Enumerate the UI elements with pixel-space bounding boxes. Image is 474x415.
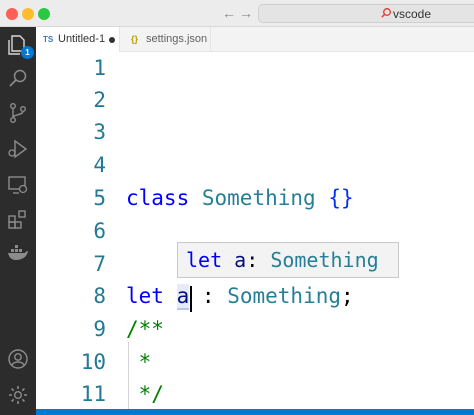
code-line-10: *	[126, 346, 152, 378]
search-icon	[381, 8, 391, 18]
hover-tooltip: let a: Something	[177, 242, 399, 278]
run-debug-icon	[8, 139, 28, 159]
code-line-5: class Something {}	[126, 182, 354, 214]
window-close-button[interactable]	[6, 8, 18, 20]
line-number: 9	[93, 317, 106, 341]
line-number: 2	[93, 88, 106, 112]
explorer-button[interactable]: 1	[6, 33, 34, 59]
code-line-9: /**	[126, 313, 164, 345]
indent-guide	[128, 342, 129, 410]
tab-label: settings.json	[146, 33, 208, 45]
line-number: 8	[93, 284, 106, 308]
remote-explorer-icon	[8, 176, 28, 194]
variable-token: a	[234, 248, 247, 272]
command-center-label: vscode	[393, 7, 432, 21]
comment-token: /**	[126, 317, 164, 341]
tab-untitled-1[interactable]: TS Untitled-1	[36, 27, 120, 52]
keyword-token: class	[126, 186, 190, 210]
class-name-token: Something	[201, 186, 316, 210]
line-number: 11	[80, 382, 106, 406]
search-button[interactable]	[6, 67, 30, 91]
typescript-file-icon: TS	[43, 35, 54, 44]
variable-token[interactable]: a	[176, 284, 190, 310]
manage-button[interactable]	[6, 383, 30, 407]
line-number: 3	[93, 120, 106, 144]
back-arrow-icon[interactable]: ←	[222, 5, 236, 21]
search-icon	[9, 69, 27, 87]
docker-icon	[8, 245, 28, 260]
activity-bar: 1	[0, 27, 36, 415]
semicolon-token: ;	[341, 284, 354, 308]
keyword-token: let	[186, 248, 223, 272]
keyword-token: let	[126, 284, 164, 308]
docker-button[interactable]	[6, 241, 30, 265]
code-line-8: let a : Something;	[126, 280, 354, 312]
run-debug-button[interactable]	[6, 137, 30, 161]
line-number: 4	[93, 153, 106, 177]
json-file-icon: {}	[131, 34, 139, 44]
tab-settings-json[interactable]: {} settings.json	[121, 27, 211, 52]
explorer-badge: 1	[21, 46, 34, 59]
source-control-button[interactable]	[6, 101, 30, 125]
window-minimize-button[interactable]	[22, 8, 34, 20]
code-line-11: */	[126, 378, 164, 410]
status-bar	[36, 409, 474, 415]
editor-tabs: TS Untitled-1 {} settings.json	[36, 27, 474, 52]
window-maximize-button[interactable]	[38, 8, 50, 20]
type-token: Something	[227, 284, 342, 308]
colon-token: :	[246, 248, 259, 272]
accounts-button[interactable]	[6, 347, 30, 371]
extensions-button[interactable]	[6, 207, 30, 231]
comment-token: *	[138, 350, 152, 374]
colon-token: :	[201, 284, 215, 308]
code-editor[interactable]: 1 2 3 4 5 6 7 8 9 10 11 class Something …	[36, 52, 474, 415]
line-number: 6	[93, 219, 106, 243]
line-number: 10	[80, 350, 106, 374]
title-bar: ← → vscode	[0, 0, 474, 27]
source-control-icon	[9, 103, 26, 124]
brace-token: {}	[328, 186, 354, 210]
comment-token: */	[138, 382, 164, 406]
line-number: 5	[93, 186, 106, 210]
forward-arrow-icon[interactable]: →	[239, 5, 253, 21]
settings-gear-icon	[9, 386, 27, 404]
command-center-search[interactable]: vscode	[258, 4, 474, 23]
remote-explorer-button[interactable]	[6, 173, 30, 197]
text-cursor	[190, 286, 192, 312]
accounts-icon	[8, 349, 28, 369]
extensions-icon	[8, 210, 26, 229]
unsaved-dot-icon[interactable]	[109, 37, 115, 43]
type-token: Something	[270, 248, 379, 272]
tab-label: Untitled-1	[58, 33, 106, 45]
line-number: 7	[93, 252, 106, 276]
line-number: 1	[93, 56, 106, 80]
